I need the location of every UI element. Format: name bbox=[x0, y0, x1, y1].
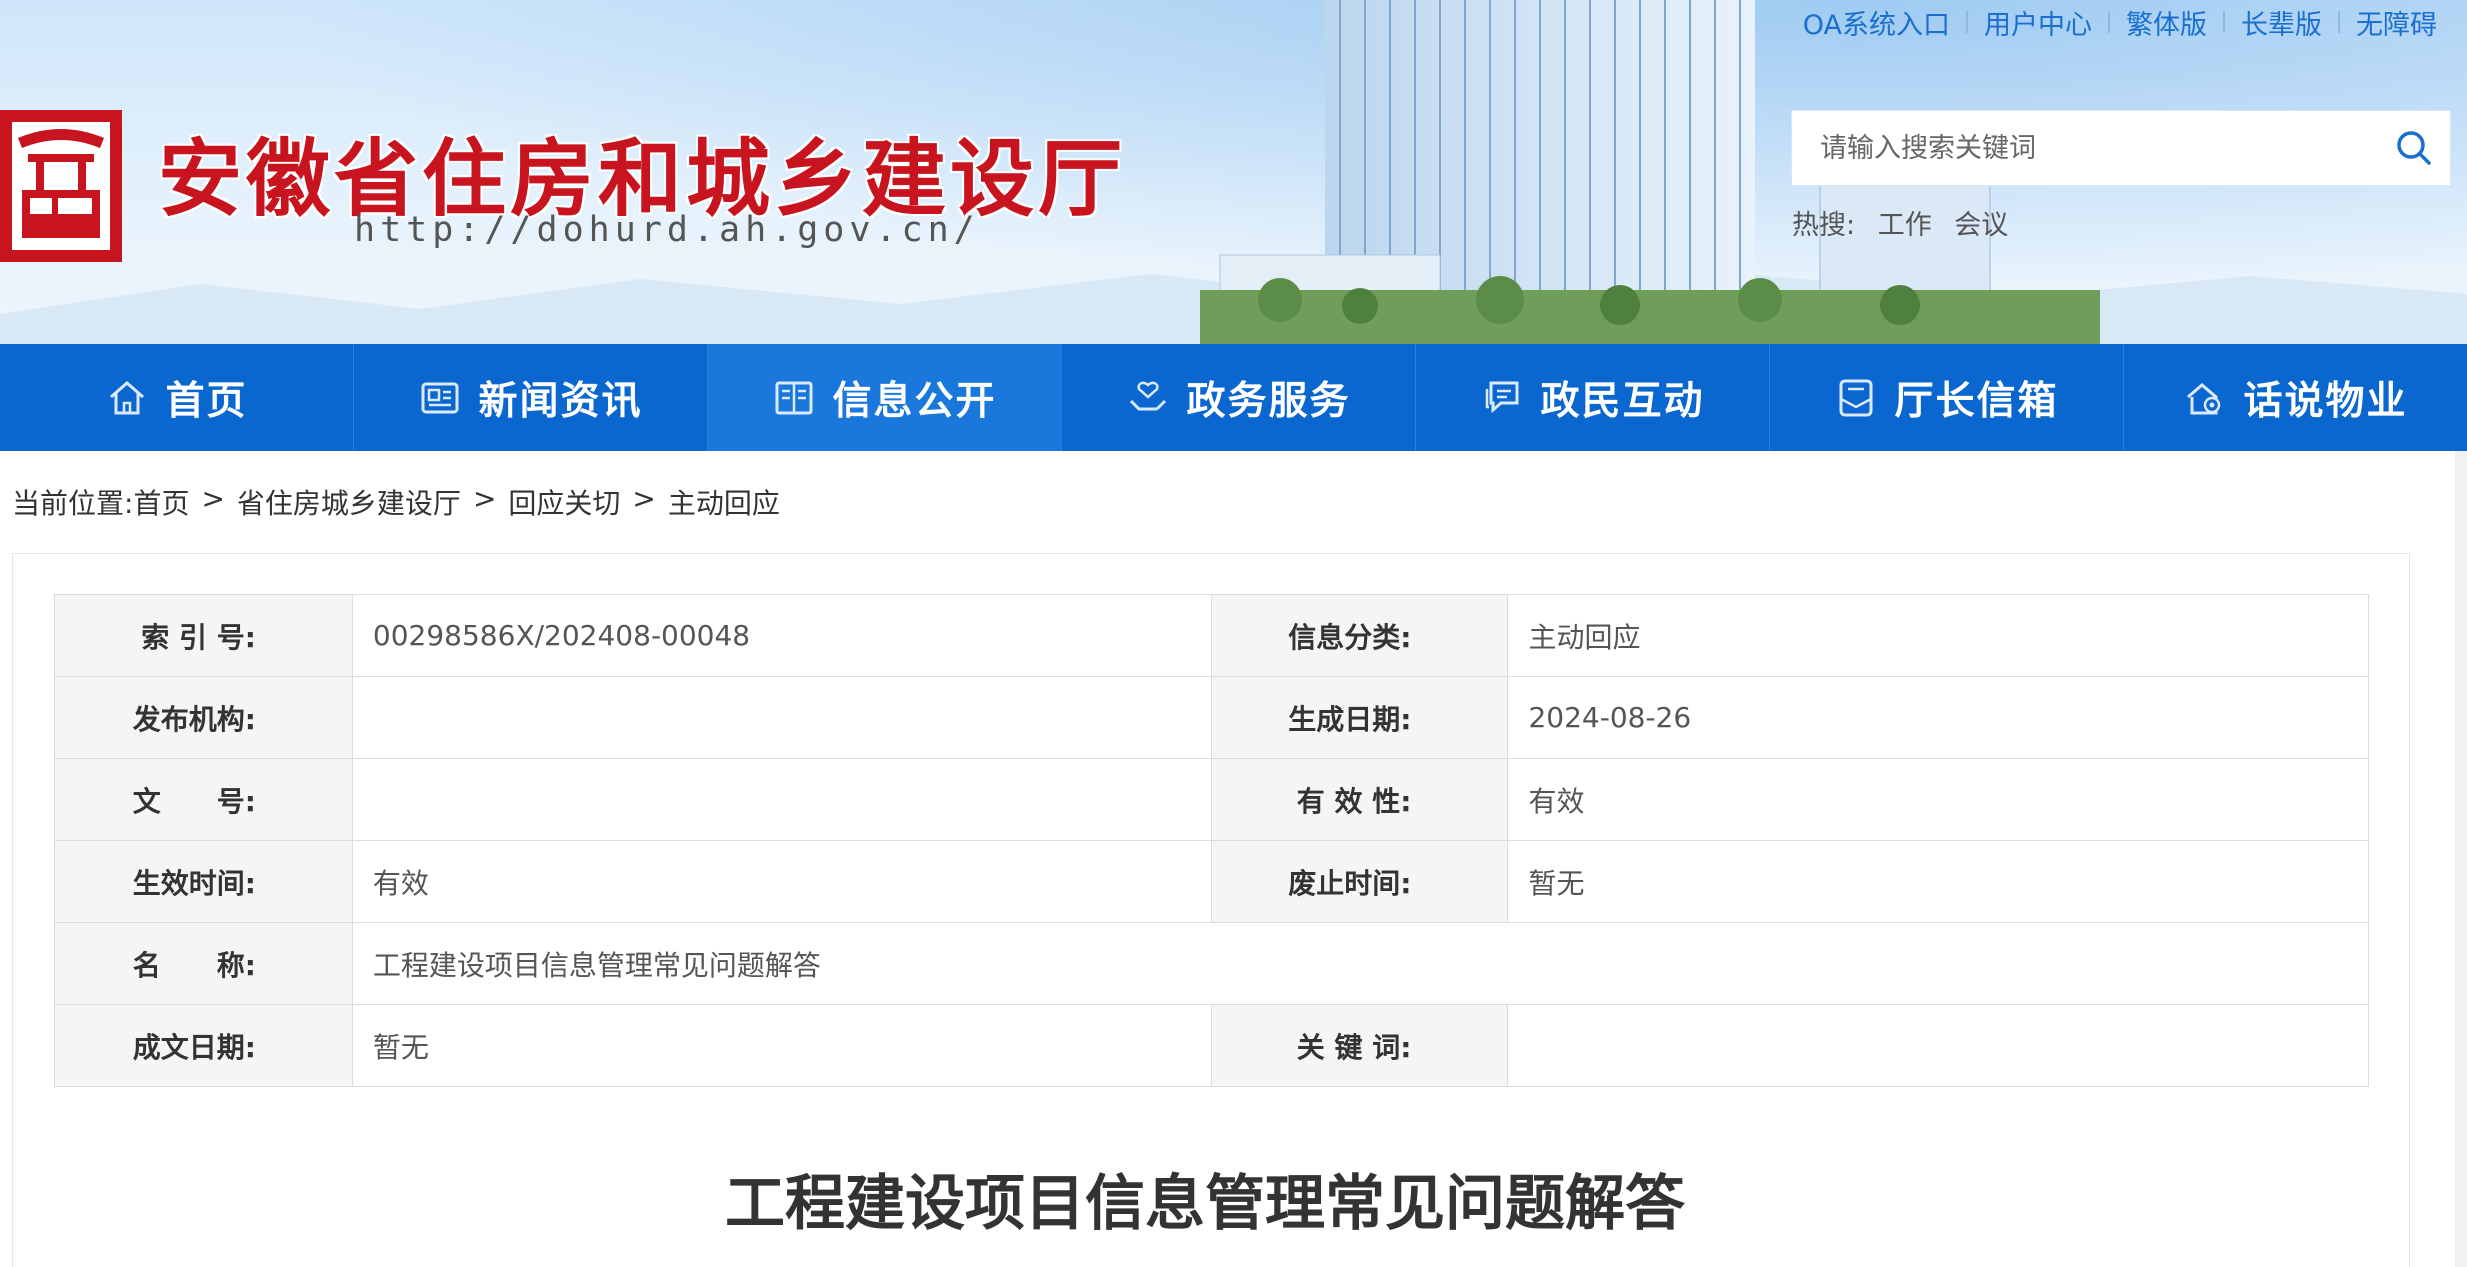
table-value bbox=[1507, 1004, 2369, 1087]
page-scrollbar[interactable] bbox=[2455, 451, 2467, 1267]
hot-search: 热搜: 工作 会议 bbox=[1792, 203, 2008, 242]
hot-search-label: 热搜: bbox=[1792, 210, 1856, 241]
breadcrumb-item[interactable]: 主动回应 bbox=[668, 482, 780, 522]
top-link-oa[interactable]: OA系统入口 bbox=[1803, 3, 1950, 42]
table-label: 生成日期: bbox=[1210, 676, 1509, 759]
table-value: 暂无 bbox=[351, 1004, 1212, 1087]
top-link-divider bbox=[2338, 11, 2340, 33]
article-title: 工程建设项目信息管理常见问题解答 bbox=[725, 1169, 1685, 1239]
table-label: 信息分类: bbox=[1210, 594, 1509, 677]
mailbox-icon bbox=[1834, 376, 1878, 420]
breadcrumb-label: 当前位置: bbox=[12, 487, 134, 520]
search-button[interactable] bbox=[2378, 110, 2450, 186]
home-icon bbox=[105, 376, 149, 420]
book-icon bbox=[772, 376, 816, 420]
table-label: 成文日期: bbox=[54, 1004, 353, 1087]
table-label: 生效时间: bbox=[54, 840, 353, 923]
breadcrumb-separator: > bbox=[201, 482, 225, 515]
service-hand-icon bbox=[1126, 376, 1170, 420]
table-row: 文 号: 有 效 性: 有效 bbox=[54, 758, 2369, 841]
hot-search-term[interactable]: 会议 bbox=[1954, 210, 2008, 241]
nav-label: 新闻资讯 bbox=[478, 378, 643, 424]
search-input[interactable] bbox=[1792, 111, 2378, 185]
nav-item-news[interactable]: 新闻资讯 bbox=[354, 344, 708, 451]
breadcrumb-separator: > bbox=[472, 482, 497, 515]
table-label: 有 效 性: bbox=[1210, 758, 1509, 841]
top-link-elder-mode[interactable]: 长辈版 bbox=[2241, 3, 2322, 42]
table-value: 主动回应 bbox=[1507, 594, 2369, 677]
breadcrumb-item[interactable]: 首页 bbox=[133, 482, 189, 522]
house-gear-icon bbox=[2183, 376, 2227, 420]
breadcrumb-separator: > bbox=[632, 482, 656, 515]
top-link-user-center[interactable]: 用户中心 bbox=[1984, 3, 2092, 42]
top-links: OA系统入口 用户中心 繁体版 长辈版 无障碍 bbox=[1803, 0, 2437, 44]
info-metadata-table: 索 引 号: 00298586X/202408-00048 信息分类: 主动回应… bbox=[54, 594, 2370, 1087]
search-icon bbox=[2397, 131, 2431, 165]
site-url: http://dohurd.ah.gov.cn/ bbox=[354, 210, 980, 250]
nav-label: 话说物业 bbox=[2243, 378, 2408, 424]
hot-search-term[interactable]: 工作 bbox=[1878, 210, 1932, 241]
top-link-divider bbox=[2223, 11, 2225, 33]
table-label: 关 键 词: bbox=[1210, 1004, 1509, 1087]
table-value: 工程建设项目信息管理常见问题解答 bbox=[351, 922, 2370, 1005]
table-value: 有效 bbox=[351, 840, 1212, 923]
site-emblem-logo bbox=[0, 110, 122, 262]
top-link-traditional[interactable]: 繁体版 bbox=[2126, 3, 2207, 42]
nav-item-director-mailbox[interactable]: 厅长信箱 bbox=[1770, 344, 2124, 451]
site-header: 安徽省住房和城乡建设厅 http://dohurd.ah.gov.cn/ OA系… bbox=[0, 0, 2467, 344]
chat-icon bbox=[1480, 376, 1524, 420]
table-label: 废止时间: bbox=[1210, 840, 1509, 923]
table-row: 发布机构: 生成日期: 2024-08-26 bbox=[54, 676, 2369, 759]
breadcrumb-item[interactable]: 回应关切 bbox=[508, 482, 620, 522]
table-label: 文 号: bbox=[54, 758, 353, 841]
nav-label: 政民互动 bbox=[1540, 378, 1705, 424]
nav-item-info-disclosure[interactable]: 信息公开 bbox=[708, 344, 1062, 451]
nav-item-home[interactable]: 首页 bbox=[0, 344, 354, 451]
table-value: 暂无 bbox=[1507, 840, 2369, 923]
table-label: 名 称: bbox=[54, 922, 353, 1005]
table-value bbox=[351, 676, 1212, 759]
table-row: 成文日期: 暂无 关 键 词: bbox=[54, 1004, 2369, 1087]
table-value bbox=[351, 758, 1212, 841]
nav-item-interaction[interactable]: 政民互动 bbox=[1416, 344, 1770, 451]
top-link-accessibility[interactable]: 无障碍 bbox=[2356, 3, 2437, 42]
table-row: 索 引 号: 00298586X/202408-00048 信息分类: 主动回应 bbox=[54, 594, 2369, 677]
table-label: 索 引 号: bbox=[54, 594, 353, 677]
table-label: 发布机构: bbox=[54, 676, 353, 759]
nav-label: 政务服务 bbox=[1186, 378, 1351, 424]
news-icon bbox=[418, 376, 462, 420]
table-row: 生效时间: 有效 废止时间: 暂无 bbox=[54, 840, 2369, 923]
nav-item-gov-service[interactable]: 政务服务 bbox=[1062, 344, 1416, 451]
breadcrumb: 当前位置: 首页 > 省住房城乡建设厅 > 回应关切 > 主动回应 bbox=[12, 482, 780, 522]
nav-label: 信息公开 bbox=[832, 378, 997, 424]
table-row: 名 称: 工程建设项目信息管理常见问题解答 bbox=[54, 922, 2370, 1005]
top-link-divider bbox=[2108, 11, 2110, 33]
nav-label: 首页 bbox=[165, 378, 248, 424]
nav-label: 厅长信箱 bbox=[1894, 378, 2059, 424]
table-value: 2024-08-26 bbox=[1507, 676, 2369, 759]
breadcrumb-item[interactable]: 省住房城乡建设厅 bbox=[237, 482, 461, 522]
table-value: 00298586X/202408-00048 bbox=[351, 594, 1212, 677]
table-value: 有效 bbox=[1507, 758, 2369, 841]
search-box bbox=[1791, 110, 2451, 186]
main-nav: 首页 新闻资讯 信息公开 政务服务 政民互动 厅长信箱 话说物业 bbox=[0, 344, 2467, 451]
top-link-divider bbox=[1966, 11, 1968, 33]
nav-item-property-talk[interactable]: 话说物业 bbox=[2124, 344, 2467, 451]
